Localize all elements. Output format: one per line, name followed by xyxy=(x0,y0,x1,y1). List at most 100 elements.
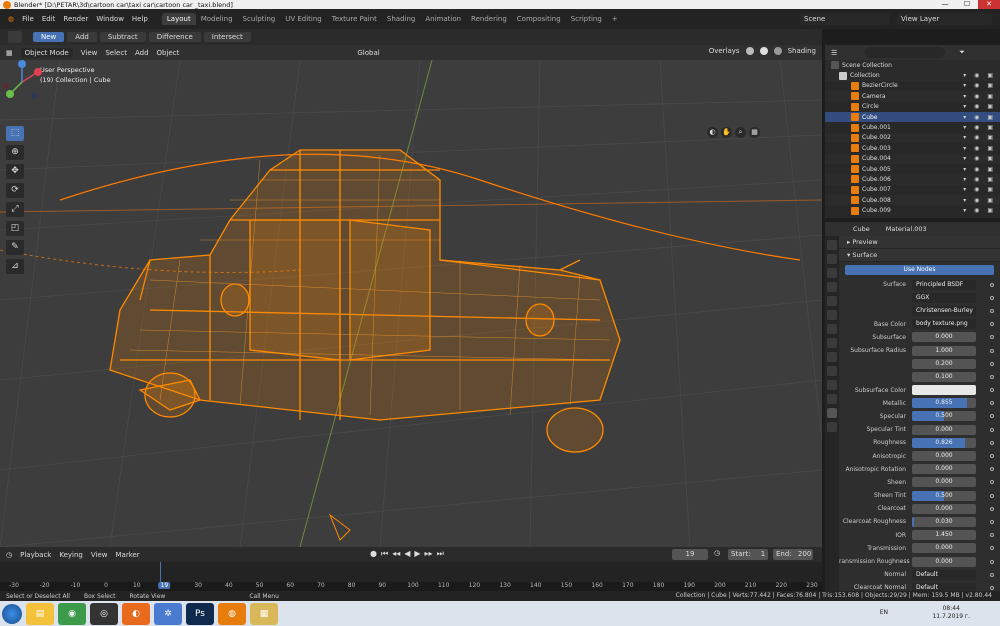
constraints-tab-icon[interactable] xyxy=(827,380,837,390)
taskbar-obs-icon[interactable]: ◎ xyxy=(90,602,118,625)
outliner-search-input[interactable] xyxy=(865,47,946,58)
property-dropdown[interactable]: GGX xyxy=(912,292,976,303)
visibility-toggles-icon[interactable]: ▾ ◉ ▣ xyxy=(963,134,996,141)
socket-icon[interactable] xyxy=(990,467,994,472)
rotate-tool-icon[interactable]: ⟳ xyxy=(6,183,24,198)
visibility-toggles-icon[interactable]: ▾ ◉ ▣ xyxy=(963,103,996,110)
move-tool-icon[interactable]: ✥ xyxy=(6,164,24,179)
surface-panel-header[interactable]: ▾ Surface xyxy=(839,249,1000,262)
tab-texture-paint[interactable]: Texture Paint xyxy=(327,13,382,25)
object-tab-icon[interactable] xyxy=(827,324,837,334)
select-menu[interactable]: Select xyxy=(105,49,127,57)
socket-icon[interactable] xyxy=(990,480,994,485)
socket-icon[interactable] xyxy=(990,546,994,551)
menu-render[interactable]: Render xyxy=(59,15,92,23)
editor-type-icon[interactable]: ▦ xyxy=(6,49,13,57)
property-slider[interactable]: 0.000 xyxy=(912,503,976,514)
socket-icon[interactable] xyxy=(990,414,994,419)
property-slider[interactable]: 0.855 xyxy=(912,398,976,409)
scene-selector[interactable]: Scene xyxy=(800,13,890,25)
next-key-icon[interactable]: ▸▸ xyxy=(425,549,433,559)
taskbar-settings-icon[interactable]: ✲ xyxy=(154,602,182,625)
tab-shading[interactable]: Shading xyxy=(382,13,420,25)
visibility-toggles-icon[interactable]: ▾ ◉ ▣ xyxy=(963,114,996,121)
playback-menu[interactable]: Playback xyxy=(20,551,51,559)
property-dropdown[interactable]: Principled BSDF xyxy=(912,279,976,290)
tool-tab-icon[interactable] xyxy=(827,240,837,250)
property-slider[interactable]: 0.100 xyxy=(912,371,976,382)
tab-rendering[interactable]: Rendering xyxy=(466,13,512,25)
property-slider[interactable]: 0.000 xyxy=(912,464,976,475)
jump-start-icon[interactable]: ⏮ xyxy=(381,549,388,559)
add-workspace-button[interactable]: + xyxy=(607,15,623,23)
keying-menu[interactable]: Keying xyxy=(59,551,83,559)
socket-icon[interactable] xyxy=(990,559,994,564)
socket-icon[interactable] xyxy=(990,533,994,538)
tab-sculpting[interactable]: Sculpting xyxy=(238,13,281,25)
start-frame-field[interactable]: Start: 1 xyxy=(728,549,768,560)
scene-tab-icon[interactable] xyxy=(827,296,837,306)
timeline-view-menu[interactable]: View xyxy=(91,551,108,559)
visibility-toggles-icon[interactable]: ▾ ◉ ▣ xyxy=(963,82,996,89)
prev-key-icon[interactable]: ◂◂ xyxy=(392,549,400,559)
material-shading-icon[interactable] xyxy=(759,47,768,55)
cursor-tool-icon[interactable]: ⊕ xyxy=(6,145,24,160)
socket-icon[interactable] xyxy=(990,427,994,432)
tab-layout[interactable]: Layout xyxy=(161,13,196,25)
socket-icon[interactable] xyxy=(990,572,994,577)
close-button[interactable]: ✕ xyxy=(978,0,1000,9)
play-icon[interactable]: ▶ xyxy=(414,549,420,559)
socket-icon[interactable] xyxy=(990,401,994,406)
jump-end-icon[interactable]: ⏭ xyxy=(437,549,444,559)
visibility-toggles-icon[interactable]: ▾ ◉ ▣ xyxy=(963,207,996,214)
outliner-row[interactable]: Cube.003 ▾ ◉ ▣ xyxy=(825,143,1000,153)
visibility-toggles-icon[interactable]: ▾ ◉ ▣ xyxy=(963,124,996,131)
property-slider[interactable]: 0.000 xyxy=(912,424,976,435)
socket-icon[interactable] xyxy=(990,295,994,300)
taskbar-explorer-icon[interactable]: ▤ xyxy=(26,602,54,625)
view-menu[interactable]: View xyxy=(81,49,98,57)
socket-icon[interactable] xyxy=(990,519,994,524)
system-clock[interactable]: 08:44 11.7.2019 г. xyxy=(932,605,970,621)
measure-tool-icon[interactable]: ⊿ xyxy=(6,259,24,274)
menu-file[interactable]: File xyxy=(18,15,38,23)
property-dropdown[interactable]: Christensen-Burley xyxy=(912,305,976,316)
tab-animation[interactable]: Animation xyxy=(420,13,466,25)
visibility-toggles-icon[interactable]: ▾ ◉ ▣ xyxy=(963,155,996,162)
menu-help[interactable]: Help xyxy=(128,15,152,23)
outliner-row[interactable]: Cube.007 ▾ ◉ ▣ xyxy=(825,185,1000,195)
socket-icon[interactable] xyxy=(990,282,994,287)
property-slider[interactable]: 1.450 xyxy=(912,530,976,541)
transform-tool-icon[interactable]: ◰ xyxy=(6,221,24,236)
outliner-row[interactable]: Cube.006 ▾ ◉ ▣ xyxy=(825,174,1000,185)
socket-icon[interactable] xyxy=(990,440,994,445)
socket-icon[interactable] xyxy=(990,585,994,590)
socket-icon[interactable] xyxy=(990,454,994,459)
taskbar-photoshop-icon[interactable]: Ps xyxy=(186,602,214,625)
select-tool-icon[interactable]: ⬚ xyxy=(6,126,24,141)
scene-collection-row[interactable]: Scene Collection xyxy=(825,60,1000,71)
perspective-toggle-icon[interactable]: ▦ xyxy=(749,127,760,138)
outliner-row[interactable]: Cube ▾ ◉ ▣ xyxy=(825,111,1000,123)
timeline-editor-icon[interactable]: ◷ xyxy=(6,551,12,559)
frame-ruler[interactable]: -30 -20 -10 0 10 19 30 40 50 60 70 80 90 100 110 120 130… xyxy=(0,582,822,591)
outliner-row[interactable]: Cube.005 ▾ ◉ ▣ xyxy=(825,164,1000,174)
taskbar-firefox-icon[interactable]: ◐ xyxy=(122,602,150,625)
property-slider[interactable]: 0.000 xyxy=(912,332,976,343)
play-reverse-icon[interactable]: ◀ xyxy=(404,549,410,559)
marker-menu[interactable]: Marker xyxy=(115,551,139,559)
outliner-row[interactable]: Cube.008 ▾ ◉ ▣ xyxy=(825,195,1000,206)
texture-tab-icon[interactable] xyxy=(827,422,837,432)
camera-view-icon[interactable]: ◐ xyxy=(707,127,718,138)
shading-dropdown[interactable]: Shading xyxy=(788,47,816,55)
outliner-editor-icon[interactable]: ☰ xyxy=(831,49,837,57)
object-menu[interactable]: Object xyxy=(157,49,180,57)
outliner-row[interactable]: Cube.001 ▾ ◉ ▣ xyxy=(825,122,1000,132)
socket-icon[interactable] xyxy=(990,308,994,313)
property-slider[interactable]: 0.000 xyxy=(912,556,976,567)
modifier-tab-icon[interactable] xyxy=(827,338,837,348)
language-indicator[interactable]: EN xyxy=(880,609,888,616)
property-dropdown[interactable]: Default xyxy=(912,582,976,591)
tab-uv-editing[interactable]: UV Editing xyxy=(280,13,327,25)
property-dropdown[interactable]: Default xyxy=(912,569,976,580)
